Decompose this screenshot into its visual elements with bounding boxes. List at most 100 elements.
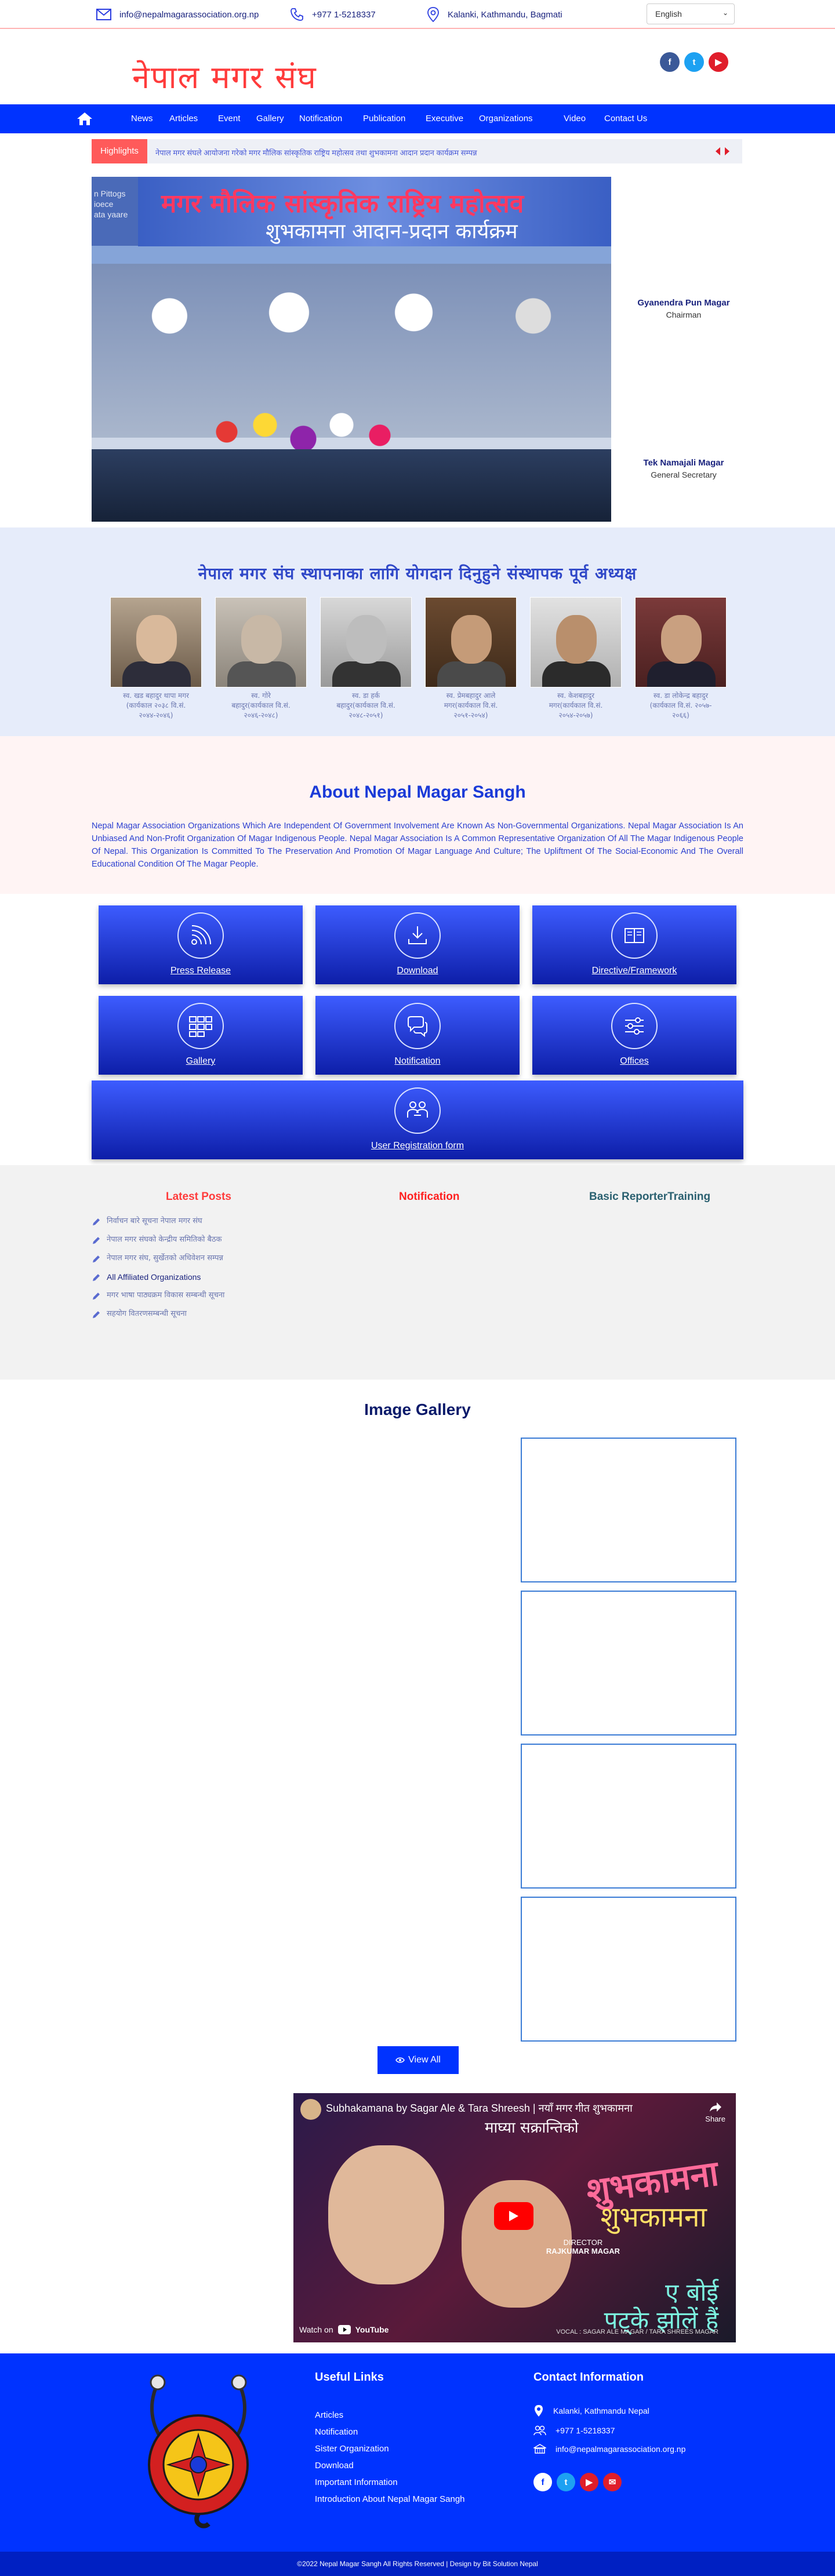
founder-card: स्व. डा हर्क बहादुर(कार्यकाल वि.सं. २०४८-२… xyxy=(320,597,412,721)
twitter-icon[interactable]: t xyxy=(684,52,704,72)
training-title: Basic ReporterTraining xyxy=(589,1191,711,1203)
gallery-tile[interactable]: Gallery xyxy=(99,996,303,1075)
share-icon xyxy=(709,2102,721,2112)
nav-notification[interactable]: Notification xyxy=(299,104,342,133)
gallery-image[interactable] xyxy=(521,1744,736,1889)
hero-side-line: n Pittogs xyxy=(94,189,126,198)
book-icon xyxy=(625,928,644,943)
nav-publication[interactable]: Publication xyxy=(363,104,405,133)
home-icon[interactable] xyxy=(77,112,93,126)
view-all-button[interactable]: View All xyxy=(377,2046,459,2074)
tile-icon-ring xyxy=(611,1003,658,1049)
prev-arrow-icon[interactable] xyxy=(714,146,721,157)
tile-icon-ring xyxy=(394,1003,441,1049)
nav-articles[interactable]: Articles xyxy=(169,104,198,133)
list-item[interactable]: निर्वाचन बारे सूचना नेपाल मगर संघ xyxy=(92,1215,306,1228)
next-arrow-icon[interactable] xyxy=(724,146,731,157)
view-all-label: View All xyxy=(408,2055,441,2065)
nav-contact-us[interactable]: Contact Us xyxy=(604,104,647,133)
press-release-tile[interactable]: Press Release xyxy=(99,905,303,984)
download-tile[interactable]: Download xyxy=(315,905,520,984)
footer-link[interactable]: Articles xyxy=(315,2410,465,2420)
location-pin-icon xyxy=(427,7,439,22)
gallery-image[interactable] xyxy=(521,1438,736,1582)
tile-label: Download xyxy=(397,966,438,976)
facebook-icon[interactable]: f xyxy=(660,52,680,72)
leader-name[interactable]: Gyanendra Pun Magar xyxy=(611,298,756,308)
youtube-embed[interactable]: Subhakamana by Sagar Ale & Tara Shreesh … xyxy=(293,2093,736,2342)
offices-tile[interactable]: Offices xyxy=(532,996,736,1075)
site-logo[interactable]: नेपाल मगर संघ xyxy=(132,54,317,97)
list-item[interactable]: सहयोग वितरणसम्बन्धी सूचना xyxy=(92,1308,306,1320)
pencil-icon xyxy=(93,1256,100,1262)
leader-role: Chairman xyxy=(666,310,702,319)
gallery-title: Image Gallery xyxy=(364,1400,471,1418)
director-name: RAJKUMAR MAGAR xyxy=(546,2247,620,2255)
nav-event[interactable]: Event xyxy=(218,104,240,133)
watch-on-youtube[interactable]: Watch on YouTube xyxy=(299,2325,389,2334)
tile-label: Directive/Framework xyxy=(591,966,677,976)
post-title: मगर भाषा पाठ्यक्रम विकास सम्बन्धी सूचना xyxy=(107,1291,225,1300)
youtube-icon[interactable]: ▶ xyxy=(709,52,728,72)
language-select[interactable]: English ⌄ xyxy=(647,3,735,24)
nav-organizations[interactable]: Organizations xyxy=(479,104,533,133)
copyright-bar: ©2022 Nepal Magar Sangh All Rights Reser… xyxy=(0,2552,835,2576)
contact-address: Kalanki, Kathmandu Nepal xyxy=(533,2404,685,2417)
download-icon xyxy=(408,926,427,944)
contact-email[interactable]: info@nepalmagarassociation.org.np xyxy=(533,2444,685,2454)
mail-icon[interactable]: ✉ xyxy=(603,2473,622,2491)
list-item[interactable]: नेपाल मगर संघको केन्द्रीय समितिको बैठक xyxy=(92,1234,306,1246)
envelope-icon xyxy=(96,9,111,20)
tile-icon-ring xyxy=(394,912,441,959)
youtube-icon[interactable]: ▶ xyxy=(580,2473,598,2491)
organization-emblem xyxy=(148,2374,249,2528)
tile-label: Gallery xyxy=(186,1056,216,1066)
hero-image: मगर मौलिक सांस्कृतिक राष्ट्रिय महोत्सव श… xyxy=(92,177,611,522)
notification-tile[interactable]: Notification xyxy=(315,996,520,1075)
eye-icon xyxy=(395,2057,405,2063)
founder-card: स्व. डा लोकेन्द्र बहादुर (कार्यकाल वि.सं.… xyxy=(635,597,727,721)
nav-news[interactable]: News xyxy=(131,104,153,133)
video-big-text: ए बोई पट्के झोलें हैं xyxy=(604,2278,718,2334)
list-item[interactable]: नेपाल मगर संघ, सुर्खेतको अधिवेशन सम्पन्न xyxy=(92,1252,306,1265)
tile-label: Press Release xyxy=(170,966,231,976)
pencil-icon xyxy=(93,1311,100,1318)
video-title[interactable]: Subhakamana by Sagar Ale & Tara Shreesh … xyxy=(326,2101,697,2115)
gallery-image[interactable] xyxy=(521,1897,736,2042)
gallery-image[interactable] xyxy=(521,1591,736,1735)
footer-link[interactable]: Notification xyxy=(315,2427,465,2437)
footer-link[interactable]: Introduction About Nepal Magar Sangh xyxy=(315,2494,465,2504)
top-phone[interactable]: +977 1-5218337 xyxy=(290,6,376,23)
founders-title: नेपाल मगर संघ स्थापनाका लागि योगदान दिनु… xyxy=(198,564,637,583)
directive-framework-tile[interactable]: Directive/Framework xyxy=(532,905,736,984)
highlights-ticker[interactable]: नेपाल मगर संघले आयोजना गरेको मगर मौलिक स… xyxy=(155,147,677,158)
chat-icon xyxy=(408,1016,427,1038)
footer-link[interactable]: Download xyxy=(315,2461,465,2471)
channel-avatar[interactable] xyxy=(300,2099,321,2120)
nav-video[interactable]: Video xyxy=(564,104,586,133)
footer-link[interactable]: Sister Organization xyxy=(315,2444,465,2454)
share-label: Share xyxy=(705,2115,725,2123)
share-button[interactable]: Share xyxy=(705,2101,725,2123)
facebook-icon[interactable]: f xyxy=(533,2473,552,2491)
list-item[interactable]: All Affiliated Organizations xyxy=(92,1271,306,1283)
video-director: DIRECTOR RAJKUMAR MAGAR xyxy=(546,2238,620,2255)
user-registration-tile[interactable]: User Registration form xyxy=(92,1080,743,1159)
top-email[interactable]: info@nepalmagarassociation.org.np xyxy=(96,6,259,23)
footer-link[interactable]: Important Information xyxy=(315,2477,465,2487)
list-item[interactable]: मगर भाषा पाठ्यक्रम विकास सम्बन्धी सूचना xyxy=(92,1289,306,1302)
nav-gallery[interactable]: Gallery xyxy=(256,104,284,133)
play-button[interactable] xyxy=(494,2202,533,2230)
play-icon xyxy=(509,2211,518,2221)
youtube-label: YouTube xyxy=(355,2325,389,2334)
leader-name[interactable]: Tek Namajali Magar xyxy=(611,458,756,468)
twitter-icon[interactable]: t xyxy=(557,2473,575,2491)
nav-executive[interactable]: Executive xyxy=(426,104,463,133)
location-pin-icon xyxy=(535,2405,543,2417)
founder-caption: स्व. डा हर्क बहादुर(कार्यकाल वि.सं. २०४८-२… xyxy=(336,692,395,719)
top-address-text: Kalanki, Kathmandu, Bagmati xyxy=(448,9,562,20)
posts-section: Latest Posts Notification Basic Reporter… xyxy=(0,1165,835,1380)
contact-phone[interactable]: +977 1-5218337 xyxy=(533,2425,685,2436)
language-value: English xyxy=(655,9,682,19)
highlights-bar: Highlights नेपाल मगर संघले आयोजना गरेको … xyxy=(92,139,742,163)
